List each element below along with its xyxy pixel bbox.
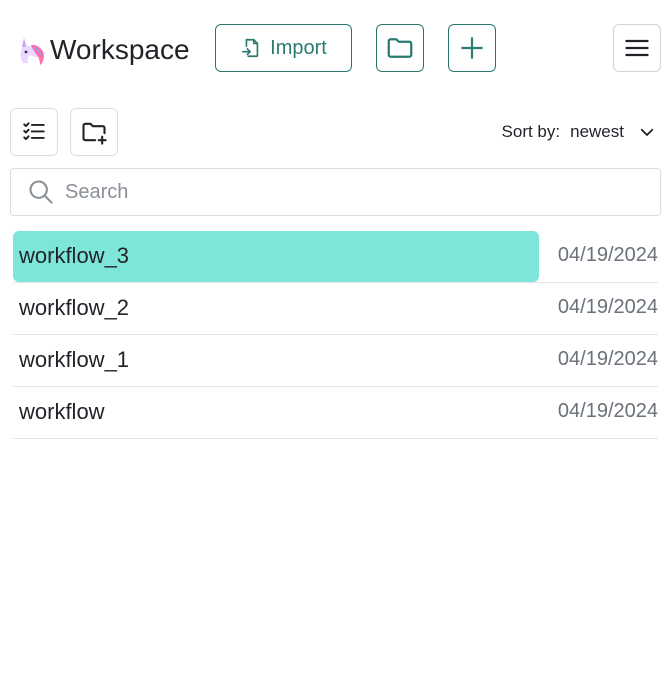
search-icon (27, 178, 55, 206)
search-input[interactable] (65, 180, 625, 204)
multi-select-button[interactable] (10, 108, 58, 156)
workflow-name: workflow_2 (19, 295, 130, 320)
workflow-row[interactable]: workflow_1 04/19/2024 (13, 335, 658, 387)
workflow-date: 04/19/2024 (557, 400, 658, 422)
open-folder-button[interactable] (376, 24, 424, 72)
header: Workspace Import (0, 0, 668, 100)
checklist-icon (21, 119, 47, 145)
workflow-date: 04/19/2024 (557, 244, 658, 266)
sort-select[interactable]: newest (570, 122, 624, 142)
new-workflow-button[interactable] (448, 24, 496, 72)
workflow-name: workflow_3 (19, 243, 130, 268)
workflow-name: workflow (19, 399, 105, 424)
workflow-list: workflow_3 04/19/2024 workflow_2 04/19/2… (13, 231, 658, 439)
page-title: Workspace (50, 34, 190, 65)
workflow-date: 04/19/2024 (557, 348, 658, 370)
menu-button[interactable] (613, 24, 661, 72)
workflow-row[interactable]: workflow 04/19/2024 (13, 387, 658, 439)
workflow-row[interactable]: workflow_3 04/19/2024 (13, 231, 658, 283)
hamburger-menu-icon (623, 34, 651, 62)
sort-control: Sort by: newest (502, 118, 656, 146)
plus-icon (459, 35, 485, 61)
new-folder-button[interactable] (70, 108, 118, 156)
sort-label: Sort by: (501, 122, 561, 141)
import-button[interactable]: Import (215, 24, 352, 72)
chevron-down-icon[interactable] (638, 123, 656, 141)
unicorn-logo-icon (16, 36, 46, 66)
folder-plus-icon (80, 118, 108, 146)
workflow-name: workflow_1 (19, 347, 130, 372)
file-import-icon (240, 37, 262, 59)
workflow-row[interactable]: workflow_2 04/19/2024 (13, 283, 658, 335)
workflow-date: 04/19/2024 (557, 296, 658, 318)
folder-icon (385, 33, 415, 63)
search-bar (10, 168, 661, 216)
import-label: Import (270, 36, 327, 59)
